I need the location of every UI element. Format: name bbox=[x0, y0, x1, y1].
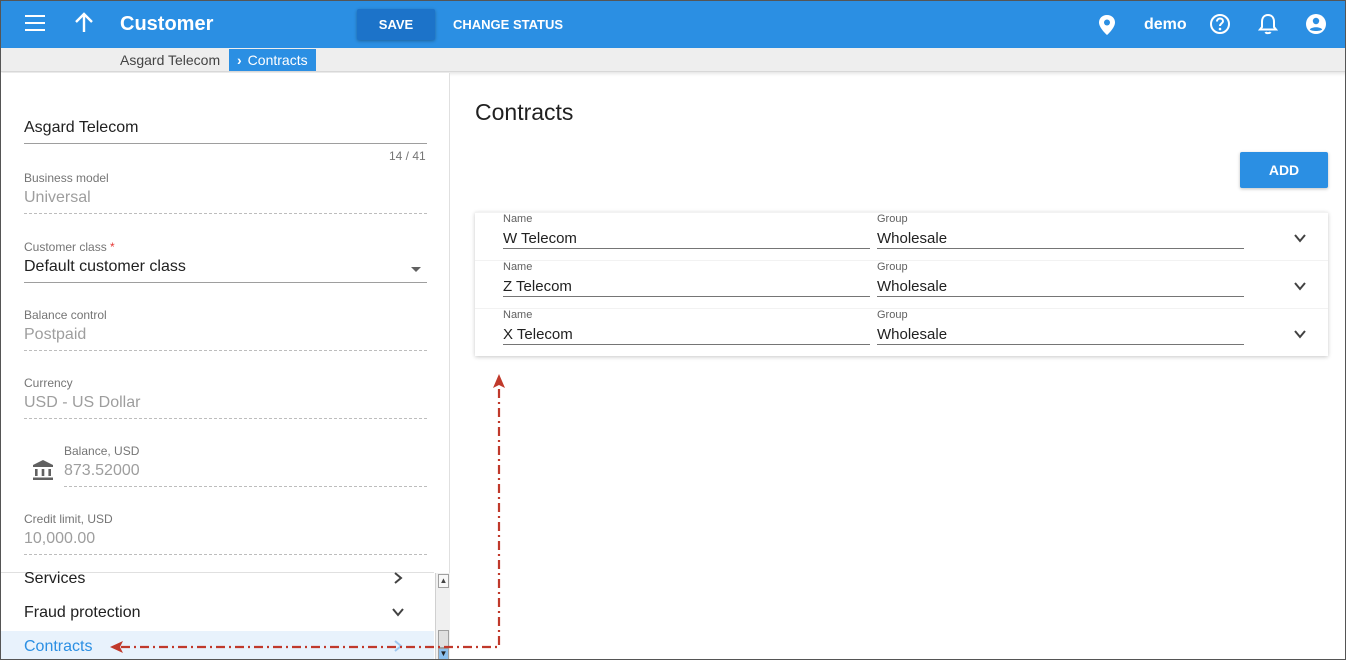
customer-details-panel: Asgard Telecom 14 / 41 Business model Un… bbox=[1, 73, 450, 659]
change-status-button[interactable]: CHANGE STATUS bbox=[453, 17, 563, 32]
dropdown-arrow-icon[interactable] bbox=[411, 267, 421, 272]
balance-control-field: Balance control Postpaid bbox=[24, 308, 427, 351]
menu-icon[interactable] bbox=[25, 15, 47, 33]
nav-item-contracts[interactable]: Contracts bbox=[1, 631, 434, 659]
nav-item-label: Contracts bbox=[24, 638, 93, 655]
location-pin-icon[interactable] bbox=[1097, 14, 1117, 41]
group-value: Wholesale bbox=[877, 278, 948, 295]
name-label: Name bbox=[503, 261, 533, 273]
nav-item-label: Services bbox=[24, 570, 86, 587]
list-item[interactable]: Name X Telecom Group Wholesale bbox=[475, 308, 1328, 356]
customer-class-select[interactable]: Customer class * Default customer class bbox=[24, 240, 427, 283]
chevron-down-icon[interactable] bbox=[1293, 279, 1307, 298]
scrollbar[interactable]: ▲ ▼ bbox=[435, 573, 450, 659]
balance-control-label: Balance control bbox=[24, 308, 107, 322]
breadcrumb-current-label: Contracts bbox=[247, 52, 308, 68]
chevron-right-icon bbox=[391, 571, 405, 590]
balance-control-value: Postpaid bbox=[24, 326, 87, 343]
name-value: X Telecom bbox=[503, 326, 573, 343]
group-label: Group bbox=[877, 213, 908, 225]
contracts-panel: Contracts ADD Name W Telecom Group Whole… bbox=[451, 73, 1345, 659]
scroll-up-button[interactable]: ▲ bbox=[438, 574, 449, 588]
chevron-right-icon: › bbox=[237, 52, 242, 68]
currency-field: Currency USD - US Dollar bbox=[24, 376, 427, 419]
balance-field: Balance, USD 873.52000 bbox=[64, 444, 427, 487]
chevron-down-icon[interactable] bbox=[1293, 327, 1307, 346]
scroll-down-button[interactable]: ▼ bbox=[438, 648, 449, 659]
chevron-right-icon bbox=[391, 639, 405, 658]
balance-value: 873.52000 bbox=[64, 462, 140, 479]
top-app-bar: Customer SAVE CHANGE STATUS demo bbox=[1, 1, 1345, 48]
scroll-thumb[interactable] bbox=[438, 630, 449, 648]
list-item[interactable]: Name Z Telecom Group Wholesale bbox=[475, 260, 1328, 308]
group-field[interactable]: Group Wholesale bbox=[877, 213, 1244, 249]
bell-icon[interactable] bbox=[1257, 13, 1279, 40]
chevron-down-icon[interactable] bbox=[1293, 231, 1307, 250]
name-label: Name bbox=[503, 213, 533, 225]
balance-label: Balance, USD bbox=[64, 444, 140, 458]
customer-class-value: Default customer class bbox=[24, 258, 186, 275]
nav-item-fraud-protection[interactable]: Fraud protection bbox=[1, 599, 434, 629]
section-title: Contracts bbox=[475, 99, 574, 125]
nav-item-services[interactable]: Services bbox=[1, 565, 434, 595]
name-label: Name bbox=[503, 309, 533, 321]
app-window: Customer SAVE CHANGE STATUS demo Asgard … bbox=[0, 0, 1346, 660]
breadcrumb-current: › Contracts bbox=[229, 49, 316, 71]
breadcrumb: Asgard Telecom › Contracts bbox=[1, 48, 1345, 72]
business-model-label: Business model bbox=[24, 171, 109, 185]
username-label[interactable]: demo bbox=[1144, 16, 1187, 34]
name-char-counter: 14 / 41 bbox=[389, 149, 426, 163]
breadcrumb-parent[interactable]: Asgard Telecom bbox=[120, 52, 220, 68]
save-button[interactable]: SAVE bbox=[357, 9, 435, 40]
currency-label: Currency bbox=[24, 376, 73, 390]
credit-limit-label: Credit limit, USD bbox=[24, 512, 113, 526]
credit-limit-value: 10,000.00 bbox=[24, 530, 96, 547]
help-icon[interactable] bbox=[1209, 13, 1231, 40]
chevron-down-icon bbox=[391, 605, 405, 624]
arrow-up-icon[interactable] bbox=[73, 11, 95, 35]
nav-item-label: Fraud protection bbox=[24, 604, 141, 621]
name-field[interactable]: Name W Telecom bbox=[503, 213, 870, 249]
list-item[interactable]: Name W Telecom Group Wholesale bbox=[475, 212, 1328, 260]
credit-limit-field: Credit limit, USD 10,000.00 bbox=[24, 512, 427, 555]
name-value: Asgard Telecom bbox=[24, 119, 139, 136]
account-icon[interactable] bbox=[1305, 13, 1327, 40]
business-model-field: Business model Universal bbox=[24, 171, 427, 214]
name-value: Z Telecom bbox=[503, 278, 572, 295]
group-value: Wholesale bbox=[877, 230, 948, 247]
add-button[interactable]: ADD bbox=[1240, 152, 1328, 188]
customer-class-label: Customer class * bbox=[24, 240, 115, 254]
contracts-list: Name W Telecom Group Wholesale Name Z Te… bbox=[475, 212, 1328, 356]
name-field[interactable]: Name X Telecom bbox=[503, 309, 870, 345]
name-field[interactable]: Asgard Telecom bbox=[24, 119, 427, 144]
name-field[interactable]: Name Z Telecom bbox=[503, 261, 870, 297]
group-field[interactable]: Group Wholesale bbox=[877, 261, 1244, 297]
business-model-value: Universal bbox=[24, 189, 91, 206]
page-title: Customer bbox=[120, 13, 214, 35]
bank-icon bbox=[32, 459, 54, 486]
group-field[interactable]: Group Wholesale bbox=[877, 309, 1244, 345]
currency-value: USD - US Dollar bbox=[24, 394, 141, 411]
group-label: Group bbox=[877, 261, 908, 273]
name-value: W Telecom bbox=[503, 230, 577, 247]
group-value: Wholesale bbox=[877, 326, 948, 343]
group-label: Group bbox=[877, 309, 908, 321]
